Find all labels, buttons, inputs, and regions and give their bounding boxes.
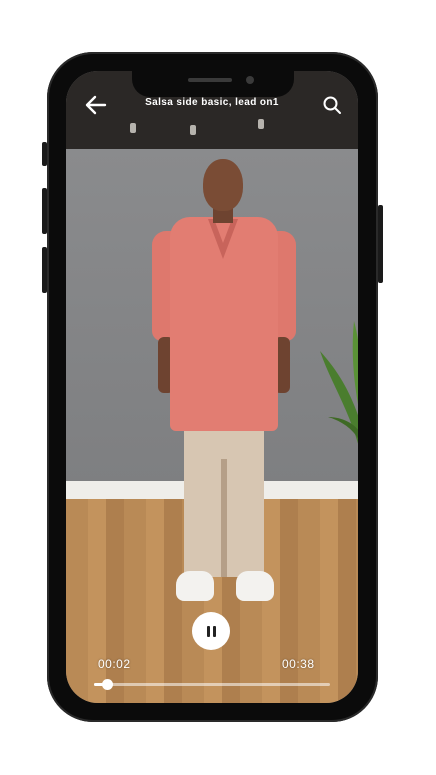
- video-player[interactable]: [66, 71, 358, 703]
- search-button[interactable]: [321, 94, 343, 116]
- pause-button[interactable]: [192, 612, 230, 650]
- progress-scrubber[interactable]: [101, 679, 113, 690]
- total-time: 00:38: [282, 657, 315, 671]
- dance-instructor: [150, 159, 300, 619]
- phone-notch: [132, 70, 294, 97]
- phone-power-button: [378, 205, 383, 283]
- back-button[interactable]: [84, 94, 108, 116]
- arrow-left-icon: [85, 95, 107, 115]
- phone-camera: [246, 76, 254, 84]
- plant-image: [320, 321, 358, 444]
- current-time: 00:02: [98, 657, 131, 671]
- search-icon: [323, 96, 341, 114]
- phone-speaker: [188, 78, 232, 82]
- pause-icon: [205, 625, 217, 637]
- video-title: Salsa side basic, lead on1: [145, 97, 279, 108]
- progress-track[interactable]: [94, 679, 330, 690]
